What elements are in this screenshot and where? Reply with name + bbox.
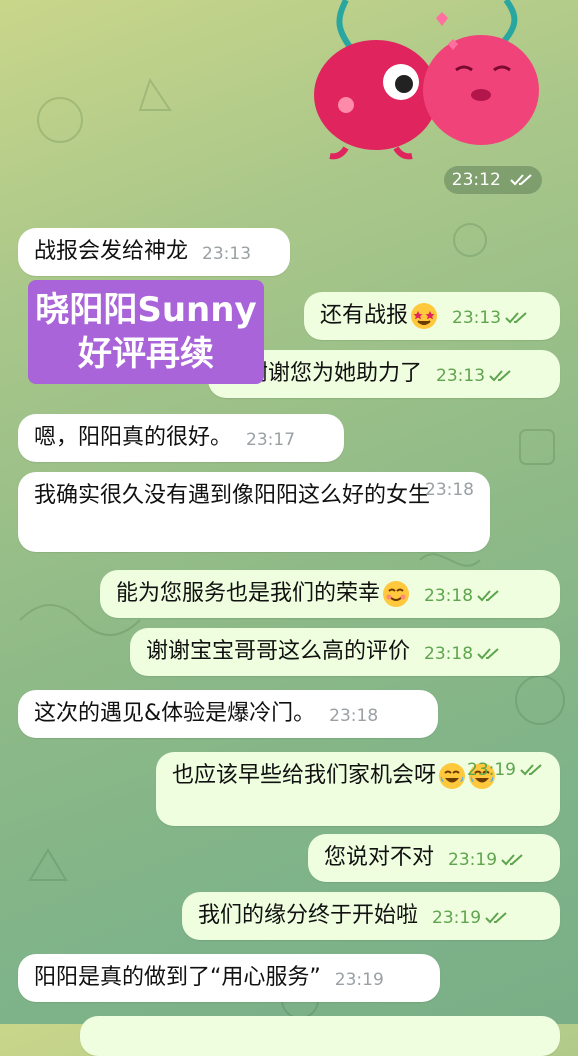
message-text: 还有战报 — [320, 303, 409, 328]
double-check-icon — [520, 764, 542, 776]
double-check-icon — [505, 312, 527, 324]
star-struck-emoji-icon — [411, 303, 438, 329]
message-bubble-incoming[interactable]: 我确实很久没有遇到像阳阳这么好的女生 23:18 — [18, 472, 490, 552]
message-time: 23:17 — [246, 430, 296, 450]
message-bubble-outgoing[interactable]: 也应该早些给我们家机会呀 23:19 — [156, 752, 560, 826]
message-bubble-incoming[interactable]: 战报会发给神龙 23:13 — [18, 228, 290, 276]
message-time: 23:19 — [334, 970, 384, 990]
message-text: 也应该早些给我们家机会呀 — [172, 763, 437, 788]
message-bubble-incoming[interactable]: 嗯，阳阳真的很好。 23:17 — [18, 414, 344, 462]
message-time: 23:13 — [202, 244, 252, 264]
message-time: 23:19 — [467, 754, 544, 820]
double-check-icon — [477, 590, 499, 602]
message-text: 嗯，阳阳真的很好。 — [34, 425, 233, 450]
chat-area: 23:12 战报会发给神龙 23:13 还有战报 23:13 太谢谢您为她助力了 23… — [0, 0, 578, 1056]
customer-name-overlay: 晓阳阳Sunny 好评再续 — [28, 280, 264, 384]
double-check-icon — [485, 912, 507, 924]
overlay-line-1: 晓阳阳Sunny — [35, 290, 257, 330]
overlay-line-2: 好评再续 — [78, 334, 214, 374]
message-time: 23:18 — [424, 580, 501, 612]
message-bubble-outgoing-partial[interactable] — [80, 1016, 560, 1056]
message-bubble-incoming[interactable]: 这次的遇见&体验是爆冷门。 23:18 — [18, 690, 438, 738]
message-bubble-outgoing[interactable]: 我们的缘分终于开始啦 23:19 — [182, 892, 560, 940]
tears-of-joy-emoji-icon — [439, 763, 466, 789]
message-bubble-outgoing[interactable]: 谢谢宝宝哥哥这么高的评价 23:18 — [130, 628, 560, 676]
message-time: 23:18 — [425, 480, 474, 500]
double-check-icon — [489, 370, 511, 382]
message-time: 23:18 — [424, 638, 501, 670]
sticker-timestamp: 23:12 — [444, 166, 542, 194]
message-text: 阳阳是真的做到了“用心服务” — [34, 965, 321, 990]
message-time: 23:19 — [432, 902, 509, 934]
double-check-icon — [477, 648, 499, 660]
double-check-icon — [510, 174, 532, 186]
message-bubble-outgoing[interactable]: 您说对不对 23:19 — [308, 834, 560, 882]
message-text: 能为您服务也是我们的荣幸 — [116, 581, 381, 606]
message-text: 我确实很久没有遇到像阳阳这么好的女生 — [34, 483, 431, 508]
message-time: 23:13 — [436, 360, 513, 392]
message-time: 23:13 — [452, 302, 529, 334]
message-bubble-outgoing[interactable]: 还有战报 23:13 — [304, 292, 560, 340]
message-text: 谢谢宝宝哥哥这么高的评价 — [146, 639, 411, 664]
message-time: 23:18 — [329, 706, 379, 726]
smiling-emoji-icon — [383, 581, 410, 607]
message-text: 这次的遇见&体验是爆冷门。 — [34, 701, 316, 726]
message-bubble-incoming[interactable]: 阳阳是真的做到了“用心服务” 23:19 — [18, 954, 440, 1002]
cherry-kiss-sticker[interactable] — [306, 0, 546, 160]
message-text: 战报会发给神龙 — [34, 239, 189, 264]
message-bubble-outgoing[interactable]: 能为您服务也是我们的荣幸 23:18 — [100, 570, 560, 618]
message-text: 我们的缘分终于开始啦 — [198, 903, 419, 928]
message-time: 23:19 — [448, 844, 525, 876]
double-check-icon — [501, 854, 523, 866]
message-text: 您说对不对 — [324, 845, 435, 870]
